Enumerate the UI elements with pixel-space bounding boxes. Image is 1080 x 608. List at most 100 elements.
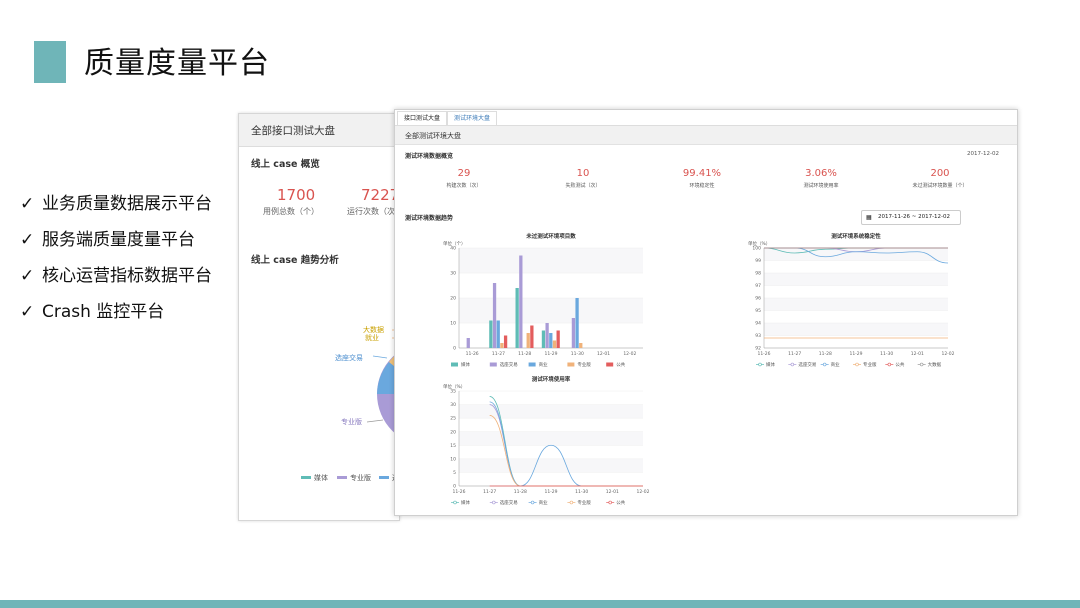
env-stability-value: 99.41% [682,168,722,179]
bullet-item: ✓ 核心运营指标数据平台 [20,258,212,294]
bar [519,255,523,348]
build-count-label: 构建次数（次） [446,183,482,189]
y-tick-label: 0 [453,484,456,490]
legend-swatch [919,362,924,367]
bullet-text: 服务端质量度量平台 [42,230,195,250]
pie-label: 专业版 [341,417,362,426]
bar [503,335,508,348]
legend-label: 公共 [616,499,625,506]
grid-band [459,404,643,419]
back-panel-header: 全部接口测试大盘 [239,114,399,147]
x-tick-label: 11-28 [819,351,832,357]
x-tick-label: 11-28 [514,489,527,495]
env-usage-line-chart: 测试环境使用率单位（%）0510152025303511-26 11-27 11-2… [443,375,650,506]
bar [552,340,557,348]
legend-swatch [822,362,827,367]
chart-title: 测试环境系统稳定性 [831,232,881,240]
check-icon: ✓ [20,266,35,286]
back-panel-title: 全部接口测试大盘 [251,125,335,137]
back-pie-chart: 大数据 就业 选座交易 专业版 媒体 专业版 选 [301,325,399,482]
y-tick-label: 20 [450,429,456,435]
x-tick-label: 11-26 [452,489,465,495]
legend-label: 商业 [831,361,840,368]
bar [571,318,576,348]
legend-label: 专业版 [350,473,371,482]
legend-swatch [451,362,458,367]
y-tick-label: 99 [755,258,761,264]
x-tick-label: 12-02 [623,351,636,357]
date-range-picker[interactable]: ▦ 2017-11-26 ~ 2017-12-02 [861,210,961,225]
back-overview-title: 线上 case 概览 [251,159,320,170]
y-tick-label: 92 [755,346,761,352]
system-stability-line-chart: 测试环境系统稳定性单位（%）929394959697989910011-26 11… [748,232,955,368]
bar [549,333,553,348]
env-overview-title: 测试环境数据概览 [405,153,454,160]
bullet-item: ✓ 业务质量数据展示平台 [20,186,212,222]
test-env-dashboard-screenshot: 接口测试大盘 测试环境大盘 全部测试环境大盘 测试环境数据概览 2017-12-… [394,109,1018,516]
legend-label: 选座交易 [500,499,518,506]
x-tick-label: 11-28 [518,351,531,357]
api-test-dashboard-screenshot: 全部接口测试大盘 线上 case 概览 1700 用例总数（个） 7227 运行… [238,113,400,521]
failed-projects-bar-chart: 未过测试环境项目数单位（个）01020304011-26 11-27 11-28 11… [443,232,643,368]
x-tick-label: 11-27 [788,351,801,357]
legend-label: 媒体 [766,361,775,368]
pie-leader-line [372,355,388,359]
legend-swatch [337,476,347,479]
legend-swatch [855,362,859,367]
bar [496,320,500,348]
legend-label: 选座交易 [798,361,816,368]
y-tick-label: 10 [450,456,456,462]
dashboard-tabs: 接口测试大盘 测试环境大盘 [395,110,1017,126]
bar [489,320,493,348]
y-tick-label: 100 [752,246,761,252]
legend-swatch [530,500,535,505]
y-tick-label: 96 [755,296,761,302]
legend-swatch [528,362,536,367]
x-tick-label: 11-30 [575,489,588,495]
bar [545,323,549,348]
legend-swatch [453,500,457,505]
grid-band [459,298,643,323]
bullet-item: ✓ 服务端质量度量平台 [20,222,212,258]
bar [466,338,470,348]
y-tick-label: 5 [453,470,456,476]
env-usage-value: 3.06% [805,168,837,179]
tab-test-env[interactable]: 测试环境大盘 [447,111,498,125]
grid-band [764,323,948,336]
x-tick-label: 11-26 [466,351,479,357]
bar [556,330,560,348]
y-tick-label: 20 [450,296,456,302]
legend-swatch [569,500,574,505]
tab-api-test[interactable]: 接口测试大盘 [397,111,448,125]
env-stability-label: 环境稳定性 [689,183,715,189]
x-tick-label: 11-26 [757,351,770,357]
x-tick-label: 12-01 [911,351,924,357]
check-icon: ✓ [20,194,35,214]
y-tick-label: 15 [450,443,456,449]
legend-swatch [790,362,795,367]
legend-label: 专业版 [577,361,591,368]
pie-label: 大数据 [363,325,384,334]
grid-band [764,273,948,286]
bar [579,343,583,348]
pie-label: 就业 [365,333,379,342]
check-icon: ✓ [20,230,35,250]
y-tick-label: 0 [453,346,456,352]
legend-label: 媒体 [461,499,470,506]
y-tick-label: 95 [755,308,761,314]
y-tick-label: 30 [450,402,456,408]
date-range-text: 2017-11-26 ~ 2017-12-02 [878,214,951,220]
bar [500,343,504,348]
case-total-label: 用例总数（个） [263,207,319,216]
bar [530,325,534,348]
legend-swatch [492,500,496,505]
legend-label: 专业版 [577,499,591,506]
y-tick-label: 93 [755,333,761,339]
x-tick-label: 12-01 [597,351,610,357]
legend-label: 选座交易 [500,361,518,368]
y-tick-label: 98 [755,271,761,277]
x-tick-label: 12-02 [941,351,954,357]
chart-title: 未过测试环境项目数 [525,232,576,240]
failed-test-label: 失败测试（次） [565,183,601,189]
y-tick-label: 40 [450,246,456,252]
